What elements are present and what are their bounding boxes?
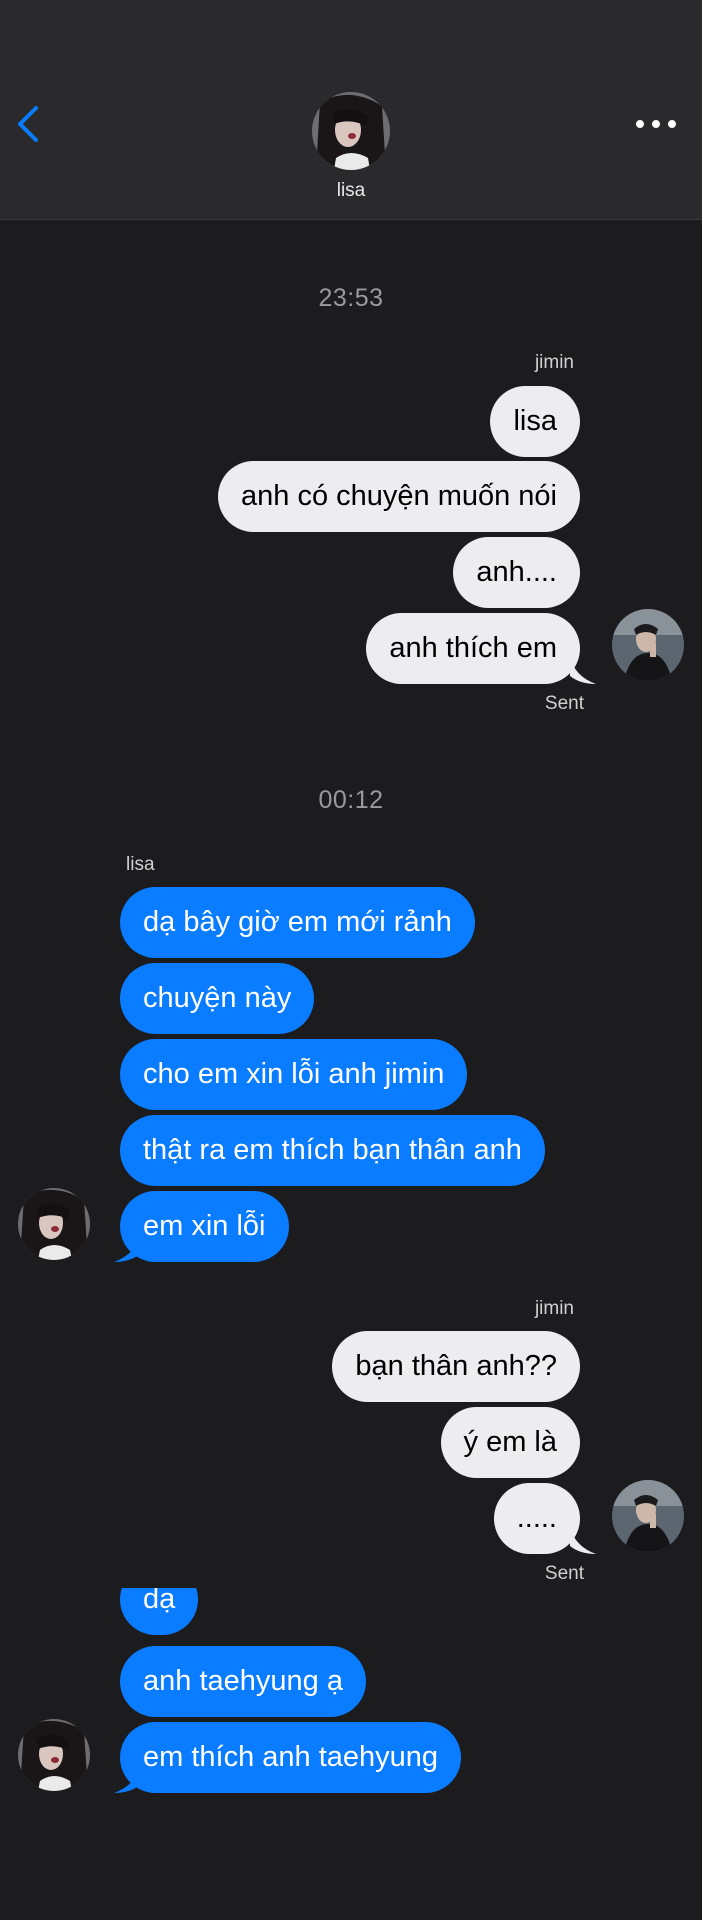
message-bubble[interactable]: dạ: [120, 1588, 199, 1635]
message-bubble[interactable]: bạn thân anh??: [332, 1331, 580, 1402]
message-group: dạ anh taehyung ạ em thích anh taehyung: [0, 1588, 702, 1908]
contact-name[interactable]: lisa: [0, 180, 702, 202]
user-avatar[interactable]: [612, 1480, 684, 1552]
sender-name: jimin: [534, 352, 574, 373]
timestamp: 00:12: [318, 786, 384, 814]
message-bubble[interactable]: anh có chuyện muốn nói: [218, 461, 580, 532]
sender-name: lisa: [126, 854, 155, 875]
message-bubble[interactable]: anh....: [453, 537, 580, 608]
chevron-left-icon[interactable]: [12, 104, 44, 144]
bubble-tail: [114, 1234, 140, 1262]
contact-avatar[interactable]: [312, 92, 390, 170]
contact-avatar[interactable]: [18, 1719, 90, 1791]
message-bubble[interactable]: anh taehyung ạ: [120, 1646, 366, 1717]
contact-avatar[interactable]: [18, 1188, 90, 1260]
message-bubble[interactable]: anh thích em: [366, 613, 580, 684]
bubble-tail: [570, 656, 596, 684]
sent-status: Sent: [544, 1563, 584, 1584]
sender-name: jimin: [534, 1298, 574, 1319]
bubble-tail: [114, 1765, 140, 1793]
message-bubble[interactable]: lisa: [490, 386, 580, 457]
message-bubble[interactable]: .....: [493, 1483, 580, 1554]
message-bubble[interactable]: dạ bây giờ em mới rảnh: [120, 887, 475, 958]
message-bubble[interactable]: thật ra em thích bạn thân anh: [120, 1115, 545, 1186]
message-bubble[interactable]: em thích anh taehyung: [120, 1722, 462, 1793]
sent-status: Sent: [544, 693, 584, 714]
user-avatar[interactable]: [612, 609, 684, 681]
message-bubble[interactable]: cho em xin lỗi anh jimin: [120, 1039, 468, 1110]
message-bubble[interactable]: em xin lỗi: [120, 1191, 289, 1262]
chat-header: lisa: [0, 0, 702, 220]
message-bubble[interactable]: chuyện này: [120, 963, 315, 1034]
more-icon[interactable]: [636, 114, 676, 134]
bubble-tail: [570, 1526, 596, 1554]
timestamp: 23:53: [318, 284, 384, 312]
message-bubble[interactable]: ý em là: [440, 1407, 580, 1478]
